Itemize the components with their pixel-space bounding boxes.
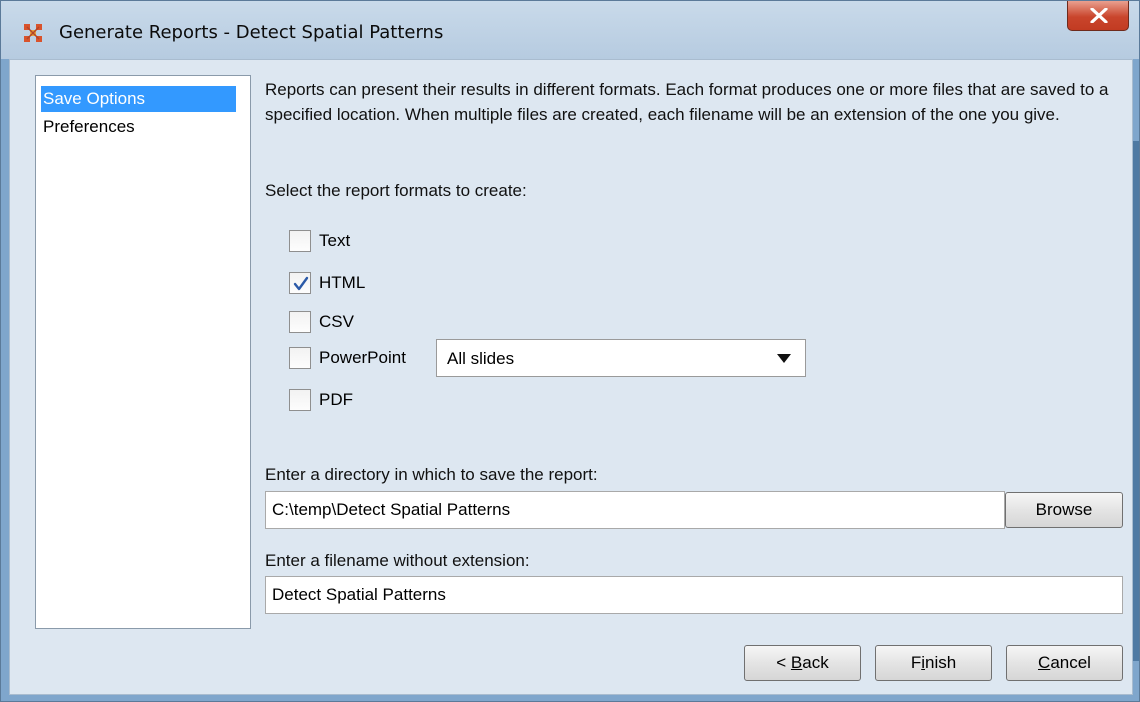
cancel-button-rest: ancel [1050, 653, 1091, 672]
chevron-down-icon [777, 354, 791, 363]
checkmark-icon [293, 276, 309, 291]
title-bar[interactable]: Generate Reports - Detect Spatial Patter… [1, 1, 1139, 59]
pdf-checkbox[interactable] [289, 389, 311, 411]
dropdown-value: All slides [447, 349, 515, 368]
dialog-body: Save Options Preferences Reports can pre… [9, 59, 1133, 695]
format-label: HTML [319, 273, 366, 292]
powerpoint-checkbox[interactable] [289, 347, 311, 369]
finish-button-rest: nish [924, 653, 957, 672]
format-label: PDF [319, 390, 353, 409]
formats-prompt: Select the report formats to create: [265, 181, 527, 200]
directory-prompt: Enter a directory in which to save the r… [265, 465, 598, 484]
format-label: PowerPoint [319, 348, 406, 367]
format-label: Text [319, 231, 351, 250]
close-x-icon [1090, 8, 1108, 23]
format-option-html[interactable]: HTML [289, 270, 365, 296]
network-grid-icon [23, 23, 43, 43]
format-option-csv[interactable]: CSV [289, 309, 354, 335]
window-frame-edge [1133, 141, 1139, 661]
cancel-button[interactable]: Cancel [1006, 645, 1123, 681]
finish-button[interactable]: Fi nish [875, 645, 992, 681]
back-button-rest: ack [802, 653, 829, 672]
window-title: Generate Reports - Detect Spatial Patter… [59, 22, 444, 43]
sidebar-item-save-options[interactable]: Save Options [41, 86, 236, 112]
description-text: Reports can present their results in dif… [265, 80, 1109, 124]
format-label: CSV [319, 312, 354, 331]
slides-dropdown[interactable]: All slides [436, 339, 806, 377]
back-button-mnemonic: B [790, 653, 803, 672]
format-option-pdf[interactable]: PDF [289, 387, 353, 413]
format-option-text[interactable]: Text [289, 228, 350, 254]
close-button[interactable] [1067, 1, 1129, 31]
html-checkbox[interactable] [289, 272, 311, 294]
text-checkbox[interactable] [289, 230, 311, 252]
filename-input[interactable] [266, 577, 1122, 613]
directory-input[interactable] [266, 492, 1004, 528]
filename-field-box [265, 576, 1123, 614]
back-button-prefix: < [776, 653, 791, 672]
options-sidebar: Save Options Preferences [35, 75, 251, 629]
dialog-window: Generate Reports - Detect Spatial Patter… [0, 0, 1140, 702]
finish-button-prefix: F [910, 653, 922, 672]
directory-field-box [265, 491, 1005, 529]
cancel-button-mnemonic: C [1038, 653, 1051, 672]
csv-checkbox[interactable] [289, 311, 311, 333]
browse-button[interactable]: Browse [1005, 492, 1123, 528]
filename-prompt: Enter a filename without extension: [265, 551, 530, 570]
back-button[interactable]: < Back [744, 645, 861, 681]
format-option-powerpoint[interactable]: PowerPoint [289, 345, 406, 371]
sidebar-item-preferences[interactable]: Preferences [41, 114, 236, 140]
